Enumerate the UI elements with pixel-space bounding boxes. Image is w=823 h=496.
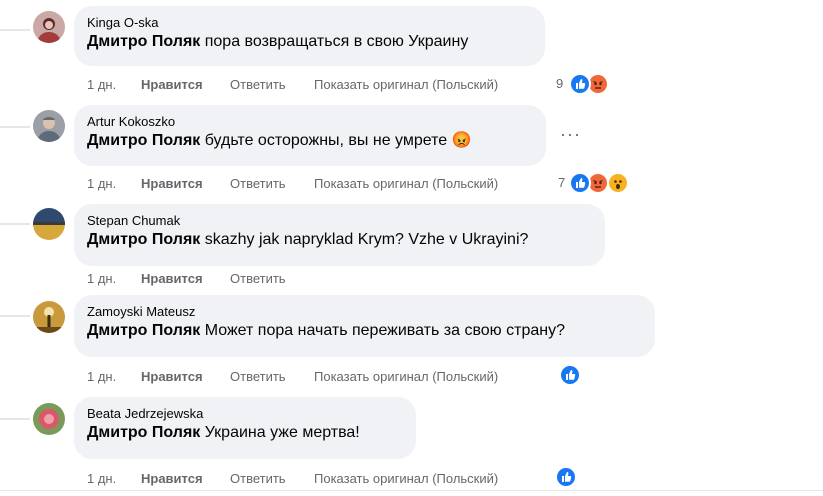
timestamp[interactable]: 1 дн. (87, 176, 116, 192)
show-original-button[interactable]: Показать оригинал (Польский) (314, 77, 498, 93)
like-button[interactable]: Нравится (141, 176, 203, 192)
timestamp[interactable]: 1 дн. (87, 471, 116, 487)
like-icon (555, 466, 577, 488)
like-icon (559, 364, 581, 386)
comment-body: пора возвращаться в свою Украину (200, 33, 469, 50)
like-button[interactable]: Нравится (141, 77, 203, 93)
comment-bubble: Kinga O-ska Дмитро Поляк пора возвращать… (74, 6, 545, 66)
mention-link[interactable]: Дмитро Поляк (87, 424, 200, 441)
thread-branch (0, 15, 30, 31)
show-original-button[interactable]: Показать оригинал (Польский) (314, 471, 498, 487)
mention-link[interactable]: Дмитро Поляк (87, 132, 200, 149)
thread-branch (0, 301, 30, 317)
avatar[interactable] (33, 403, 65, 435)
comment-author[interactable]: Kinga O-ska (87, 14, 531, 31)
comment-text: Дмитро Поляк будьте осторожны, вы не умр… (87, 130, 532, 152)
avatar[interactable] (33, 301, 65, 333)
like-button[interactable]: Нравится (141, 271, 203, 287)
show-original-button[interactable]: Показать оригинал (Польский) (314, 369, 498, 385)
like-button[interactable]: Нравится (141, 471, 203, 487)
thread-branch (0, 112, 30, 128)
avatar[interactable] (33, 110, 65, 142)
comment-author[interactable]: Artur Kokoszko (87, 113, 532, 130)
comment-text: Дмитро Поляк пора возвращаться в свою Ук… (87, 31, 531, 53)
avatar[interactable] (33, 208, 65, 240)
thread-connector (0, 0, 30, 496)
reactions-summary[interactable] (559, 364, 583, 386)
like-button[interactable]: Нравится (141, 369, 203, 385)
comment-body: будьте осторожны, вы не умрете (200, 132, 452, 149)
angry-emoji: 😡 (451, 132, 472, 149)
avatar[interactable] (33, 11, 65, 43)
like-icon (569, 73, 591, 95)
reaction-count: 9 (556, 76, 564, 91)
more-options-button[interactable]: ··· (560, 124, 581, 145)
wow-icon (607, 172, 629, 194)
mention-link[interactable]: Дмитро Поляк (87, 322, 200, 339)
reply-button[interactable]: Ответить (230, 271, 286, 287)
reply-button[interactable]: Ответить (230, 176, 286, 192)
timestamp[interactable]: 1 дн. (87, 271, 116, 287)
comment-bubble: Zamoyski Mateusz Дмитро Поляк Может пора… (74, 295, 655, 357)
reply-button[interactable]: Ответить (230, 471, 286, 487)
comment-author[interactable]: Beata Jedrzejewska (87, 405, 402, 422)
comment-text: Дмитро Поляк Может пора начать переживат… (87, 320, 641, 342)
comment-bubble: Artur Kokoszko Дмитро Поляк будьте остор… (74, 105, 546, 166)
timestamp[interactable]: 1 дн. (87, 369, 116, 385)
thread-branch (0, 404, 30, 420)
reactions-summary[interactable]: 7 (556, 172, 636, 194)
show-original-button[interactable]: Показать оригинал (Польский) (314, 176, 498, 192)
comment-text: Дмитро Поляк skazhy jak napryklad Krym? … (87, 229, 591, 251)
bottom-divider (0, 490, 823, 491)
reactions-summary[interactable] (555, 466, 579, 488)
comment-author[interactable]: Stepan Chumak (87, 212, 591, 229)
mention-link[interactable]: Дмитро Поляк (87, 231, 200, 248)
like-icon (569, 172, 591, 194)
comment-text: Дмитро Поляк Украина уже мертва! (87, 422, 402, 444)
comment-bubble: Beata Jedrzejewska Дмитро Поляк Украина … (74, 397, 416, 459)
comment-bubble: Stepan Chumak Дмитро Поляк skazhy jak na… (74, 204, 605, 266)
comment-body: Может пора начать переживать за свою стр… (200, 322, 565, 339)
comment-body: Украина уже мертва! (200, 424, 360, 441)
thread-branch (0, 209, 30, 225)
timestamp[interactable]: 1 дн. (87, 77, 116, 93)
mention-link[interactable]: Дмитро Поляк (87, 33, 200, 50)
reactions-summary[interactable]: 9 (556, 73, 616, 95)
reaction-count: 7 (558, 175, 566, 190)
comment-body: skazhy jak napryklad Krym? Vzhe v Ukrayi… (200, 231, 529, 248)
comment-author[interactable]: Zamoyski Mateusz (87, 303, 641, 320)
reply-button[interactable]: Ответить (230, 77, 286, 93)
reply-button[interactable]: Ответить (230, 369, 286, 385)
